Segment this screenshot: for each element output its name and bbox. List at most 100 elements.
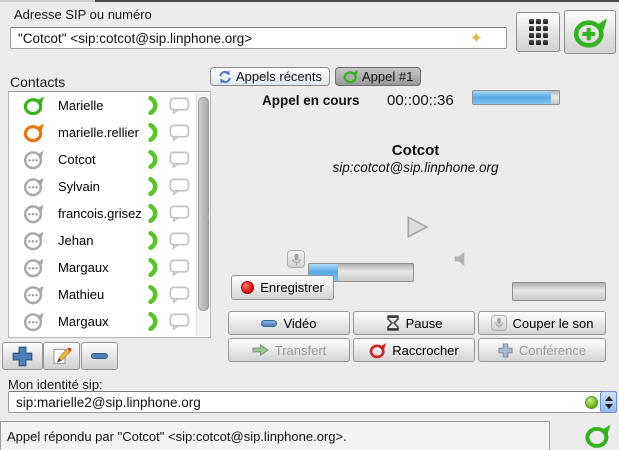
contact-row[interactable]: Mathieu xyxy=(9,281,210,308)
add-contact-button[interactable] xyxy=(2,342,43,370)
contact-name: Margaux xyxy=(58,314,109,329)
chat-icon[interactable] xyxy=(169,178,190,195)
address-label: Adresse SIP ou numéro xyxy=(14,7,152,22)
call-contact-icon[interactable] xyxy=(148,258,159,277)
stepper-up-icon xyxy=(604,395,613,401)
scrollbar-thumb[interactable] xyxy=(198,97,209,311)
transfer-icon xyxy=(252,343,269,357)
presence-unknown-icon xyxy=(23,149,44,170)
pause-icon xyxy=(386,315,400,331)
contact-row[interactable]: Jehan xyxy=(9,227,210,254)
contact-name: marielle.rellier xyxy=(58,125,139,140)
contact-row[interactable]: Sylvain xyxy=(9,173,210,200)
contact-row[interactable]: marielle.rellier xyxy=(9,119,210,146)
tab-label: Appels récents xyxy=(236,69,322,84)
video-icon xyxy=(261,319,278,327)
call-tab-icon xyxy=(343,69,358,84)
start-call-button[interactable] xyxy=(564,10,616,54)
contact-row[interactable]: Marielle xyxy=(9,92,210,119)
call-quality-fill xyxy=(473,91,552,104)
video-label: Vidéo xyxy=(283,315,317,331)
hangup-button[interactable]: Raccrocher xyxy=(353,338,475,362)
contact-row[interactable]: Margaux xyxy=(9,308,210,335)
stepper-down-icon xyxy=(604,403,613,409)
pause-button[interactable]: Pause xyxy=(353,311,475,335)
record-button[interactable]: Enregistrer xyxy=(231,275,334,300)
call-contact-icon[interactable] xyxy=(148,150,159,169)
call-quality-bar xyxy=(472,90,560,105)
contact-name: Sylvain xyxy=(58,179,100,194)
presence-unknown-icon xyxy=(23,284,44,305)
linphone-window: Adresse SIP ou numéro ✦ Contacts Mariell… xyxy=(0,0,619,450)
contacts-title: Contacts xyxy=(10,74,66,90)
speaker-icon xyxy=(453,251,471,267)
chat-icon[interactable] xyxy=(169,205,190,222)
speaker-level-slider[interactable] xyxy=(512,282,606,301)
contact-name: Cotcot xyxy=(58,152,96,167)
call-status-label: Appel en cours xyxy=(262,93,360,108)
contact-row[interactable]: Cotcot xyxy=(9,146,210,173)
call-answered-icon xyxy=(584,423,611,449)
call-contact-icon[interactable] xyxy=(148,312,159,331)
presence-away-icon xyxy=(23,122,44,143)
transfer-label: Transfert xyxy=(274,342,327,358)
identity-combobox[interactable] xyxy=(8,391,617,413)
window-edge xyxy=(95,0,619,2)
edit-contact-button[interactable] xyxy=(43,342,80,370)
conference-icon xyxy=(498,343,513,358)
chat-icon[interactable] xyxy=(169,232,190,249)
remove-contact-button[interactable] xyxy=(81,342,118,370)
play-icon xyxy=(404,214,430,240)
presence-online-icon xyxy=(23,95,44,116)
dialpad-button[interactable] xyxy=(516,12,560,52)
call-contact-icon[interactable] xyxy=(148,204,159,223)
dialpad-icon xyxy=(528,19,548,45)
tab-recent-calls[interactable]: Appels récents xyxy=(210,67,330,86)
call-contact-icon[interactable] xyxy=(148,96,159,115)
presence-unknown-icon xyxy=(23,230,44,251)
statusbar: Appel répondu par "Cotcot" <sip:cotcot@s… xyxy=(0,421,550,450)
contact-name: Margaux xyxy=(58,260,109,275)
contact-name: francois.grisez xyxy=(58,206,142,221)
conference-button[interactable]: Conférence xyxy=(478,338,606,362)
call-contact-icon[interactable] xyxy=(148,177,159,196)
callee-uri: sip:cotcot@sip.linphone.org xyxy=(332,160,499,175)
add-call-icon xyxy=(573,16,607,49)
callee-name: Cotcot xyxy=(391,142,440,159)
pane-resize-handle[interactable]: ◅ xyxy=(202,211,209,222)
presence-unknown-icon xyxy=(23,176,44,197)
chat-icon[interactable] xyxy=(169,124,190,141)
plus-icon xyxy=(12,346,33,367)
chat-icon[interactable] xyxy=(169,259,190,276)
chat-icon[interactable] xyxy=(169,313,190,330)
contact-row[interactable]: francois.grisez xyxy=(9,200,210,227)
microphone-icon xyxy=(287,250,305,268)
sip-address-input[interactable] xyxy=(10,27,507,49)
hangup-icon xyxy=(369,342,386,359)
recent-calls-icon xyxy=(218,70,232,84)
minus-icon xyxy=(91,353,108,359)
status-led-icon xyxy=(585,396,598,409)
contact-name: Marielle xyxy=(58,98,104,113)
mute-button[interactable]: Couper le son xyxy=(478,311,606,335)
presence-unknown-icon xyxy=(23,203,44,224)
presence-unknown-icon xyxy=(23,257,44,278)
presence-unknown-icon xyxy=(23,311,44,332)
record-label: Enregistrer xyxy=(260,280,324,295)
call-contact-icon[interactable] xyxy=(148,123,159,142)
identity-stepper[interactable] xyxy=(600,391,617,413)
chat-icon[interactable] xyxy=(169,286,190,303)
video-button[interactable]: Vidéo xyxy=(228,311,350,335)
chat-icon[interactable] xyxy=(169,151,190,168)
identity-label: Mon identité sip: xyxy=(8,377,103,392)
contact-name: Jehan xyxy=(58,233,94,248)
contacts-list: Marielle marielle.rellier Cotcot Sylvain… xyxy=(8,91,211,338)
tab-current-call[interactable]: Appel #1 xyxy=(335,67,422,86)
call-contact-icon[interactable] xyxy=(148,285,159,304)
transfer-button[interactable]: Transfert xyxy=(228,338,350,362)
chat-icon[interactable] xyxy=(169,97,190,114)
call-contact-icon[interactable] xyxy=(148,231,159,250)
tab-label: Appel #1 xyxy=(362,69,414,84)
contact-row[interactable]: Margaux xyxy=(9,254,210,281)
mute-icon xyxy=(490,315,507,331)
